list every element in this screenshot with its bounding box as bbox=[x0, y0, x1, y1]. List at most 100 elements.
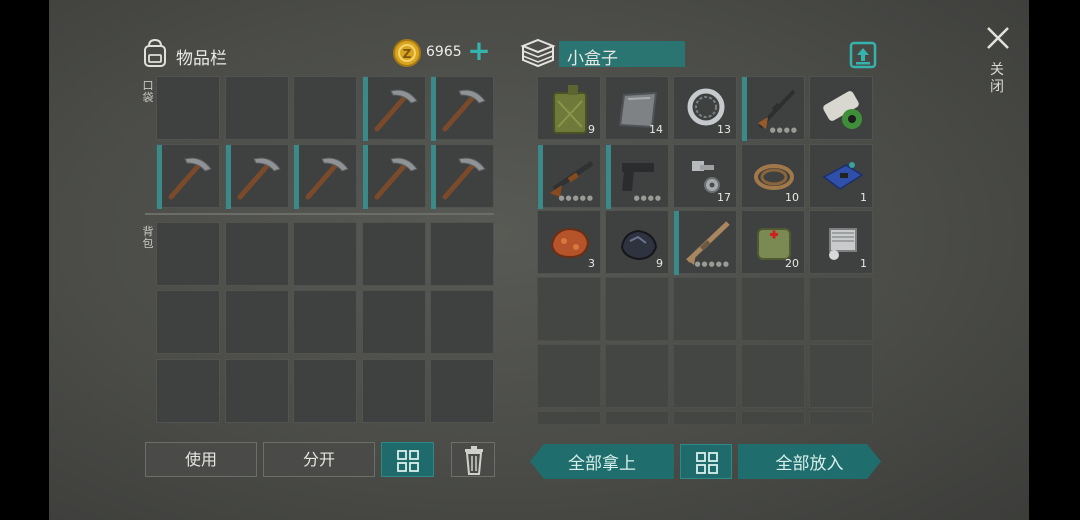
box-slot[interactable]: ●●●● bbox=[741, 76, 805, 141]
pickaxe-icon bbox=[374, 89, 418, 132]
backpack-slot[interactable] bbox=[156, 290, 220, 354]
backpack-slot[interactable] bbox=[293, 222, 357, 286]
close-label: 关闭 bbox=[990, 62, 1004, 95]
backpack-slot[interactable] bbox=[293, 290, 357, 354]
durability-dots: ●●●●● bbox=[694, 260, 730, 268]
box-slot[interactable] bbox=[605, 344, 669, 408]
item-count: 3 bbox=[588, 257, 595, 270]
backpack-slot[interactable] bbox=[225, 222, 289, 286]
backpack-slot[interactable] bbox=[225, 290, 289, 354]
backpack-slot[interactable] bbox=[362, 222, 426, 286]
pocket-label: 口袋 bbox=[142, 79, 154, 104]
durability-dots: ●●●● bbox=[633, 194, 662, 202]
discard-button[interactable] bbox=[451, 442, 495, 477]
trash-icon bbox=[465, 446, 483, 475]
use-button[interactable]: 使用 bbox=[145, 442, 257, 477]
take-all-button[interactable]: 全部拿上 bbox=[530, 444, 674, 479]
box-slot[interactable] bbox=[809, 76, 873, 140]
pickaxe-icon bbox=[305, 157, 349, 200]
pocket-slot[interactable] bbox=[225, 76, 289, 140]
backpack-icon bbox=[141, 38, 169, 68]
item-count: 1 bbox=[860, 257, 867, 270]
box-slot[interactable] bbox=[741, 411, 805, 424]
backpack-slot[interactable] bbox=[156, 222, 220, 286]
box-slot[interactable] bbox=[673, 277, 737, 341]
backpack-slot[interactable] bbox=[430, 359, 494, 423]
box-icon bbox=[520, 37, 556, 69]
pocket-slot[interactable] bbox=[430, 76, 494, 141]
pocket-slot[interactable] bbox=[293, 144, 357, 209]
sort-inventory-button[interactable] bbox=[381, 442, 434, 477]
box-slot[interactable] bbox=[673, 344, 737, 408]
pickaxe-icon bbox=[168, 157, 212, 200]
box-slot[interactable] bbox=[741, 344, 805, 408]
item-count: 9 bbox=[588, 123, 595, 136]
box-slot[interactable]: 1 bbox=[809, 210, 873, 274]
pickaxe-icon bbox=[374, 157, 418, 200]
add-coins-button[interactable]: + bbox=[466, 35, 492, 67]
item-count: 9 bbox=[656, 257, 663, 270]
durability-dots: ●●●● bbox=[769, 126, 798, 134]
backpack-slot[interactable] bbox=[430, 290, 494, 354]
box-slot[interactable]: 17 bbox=[673, 144, 737, 208]
box-slot[interactable]: 14 bbox=[605, 76, 669, 140]
item-count: 10 bbox=[785, 191, 799, 204]
box-slot[interactable]: 13 bbox=[673, 76, 737, 140]
pocket-slot[interactable] bbox=[225, 144, 289, 209]
box-slot[interactable]: 3 bbox=[537, 210, 601, 274]
pocket-slot[interactable] bbox=[362, 144, 426, 209]
item-count: 20 bbox=[785, 257, 799, 270]
box-slot[interactable]: 9 bbox=[605, 210, 669, 274]
box-slot[interactable]: 10 bbox=[741, 144, 805, 208]
grid-icon bbox=[397, 450, 419, 472]
box-slot[interactable] bbox=[537, 411, 601, 424]
grid-icon bbox=[696, 452, 718, 474]
item-count: 13 bbox=[717, 123, 731, 136]
box-slot[interactable] bbox=[537, 344, 601, 408]
pocket-slot[interactable] bbox=[362, 76, 426, 141]
durability-dots: ●●●●● bbox=[558, 194, 594, 202]
inventory-screen: 物品栏 Z 6965 + 口袋 背包 使用 分开 小盒子 9 14 13 ●●●… bbox=[49, 0, 1029, 520]
toxic-spray-can-icon bbox=[823, 91, 862, 129]
svg-text:Z: Z bbox=[403, 47, 412, 61]
pocket-slot[interactable] bbox=[430, 144, 494, 209]
backpack-slot[interactable] bbox=[293, 359, 357, 423]
item-count: 1 bbox=[860, 191, 867, 204]
box-slot[interactable] bbox=[605, 411, 669, 424]
box-slot[interactable]: ●●●●● bbox=[537, 144, 601, 209]
box-slot[interactable]: 20 bbox=[741, 210, 805, 274]
box-slot[interactable]: ●●●●● bbox=[673, 210, 737, 275]
pickaxe-icon bbox=[442, 89, 486, 132]
box-slot[interactable] bbox=[605, 277, 669, 341]
put-all-button[interactable]: 全部放入 bbox=[738, 444, 881, 479]
coin-balance: 6965 bbox=[426, 44, 462, 60]
pocket-slot[interactable] bbox=[156, 76, 220, 140]
box-slot[interactable]: 9 bbox=[537, 76, 601, 140]
box-slot[interactable] bbox=[809, 344, 873, 408]
coin-icon: Z bbox=[392, 38, 422, 68]
split-button[interactable]: 分开 bbox=[263, 442, 375, 477]
backpack-slot[interactable] bbox=[225, 359, 289, 423]
box-grid-scroll-clip bbox=[537, 411, 875, 424]
backpack-label: 背包 bbox=[142, 225, 154, 250]
backpack-slot[interactable] bbox=[362, 290, 426, 354]
item-count: 14 bbox=[649, 123, 663, 136]
box-slot[interactable]: 1 bbox=[809, 144, 873, 208]
backpack-slot[interactable] bbox=[362, 359, 426, 423]
box-slot[interactable] bbox=[537, 277, 601, 341]
upload-icon-button[interactable] bbox=[849, 40, 877, 70]
box-slot[interactable] bbox=[673, 411, 737, 424]
container-name: 小盒子 bbox=[567, 49, 618, 69]
backpack-slot[interactable] bbox=[156, 359, 220, 423]
box-slot[interactable] bbox=[741, 277, 805, 341]
box-slot[interactable]: ●●●● bbox=[605, 144, 669, 209]
pocket-slot[interactable] bbox=[156, 144, 220, 209]
sort-box-button[interactable] bbox=[680, 444, 732, 479]
box-slot[interactable] bbox=[809, 411, 873, 424]
backpack-slot[interactable] bbox=[430, 222, 494, 286]
pocket-slot[interactable] bbox=[293, 76, 357, 140]
close-button[interactable] bbox=[984, 24, 1012, 52]
box-slot[interactable] bbox=[809, 277, 873, 341]
pickaxe-icon bbox=[442, 157, 486, 200]
close-icon bbox=[987, 27, 1009, 49]
